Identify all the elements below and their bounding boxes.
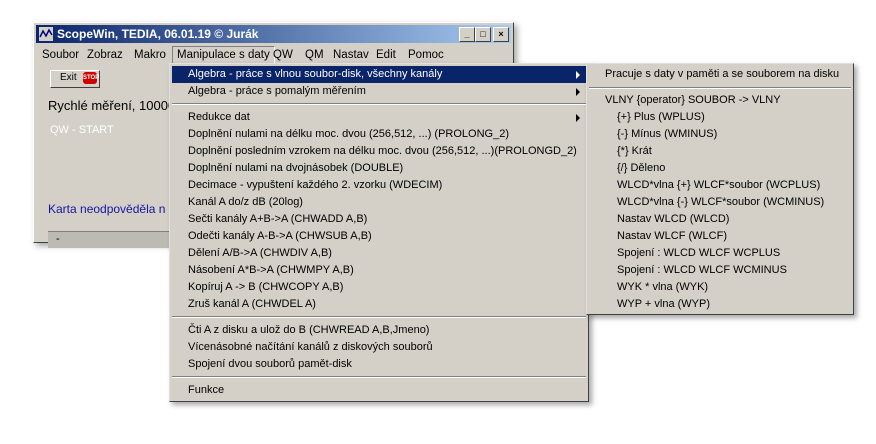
menu-item-label: Decimace - vypuštení každého 2. vzorku (…: [188, 179, 443, 191]
status-bar-text: -: [56, 233, 60, 245]
submenu-item-spojeni-wcplus[interactable]: Spojení : WLCD WLCF WCPLUS: [589, 245, 851, 262]
menu-item-label: Kopíruj A -> B (CHWCOPY A,B): [188, 281, 344, 293]
menu-item-label: Pracuje s daty v paměti a se souborem na…: [605, 68, 840, 80]
menu-bar: Soubor Zobraz Makro Manipulace s daty QW…: [36, 45, 511, 64]
menu-item-double[interactable]: Doplnění nulami na dvojnásobek (DOUBLE): [172, 160, 586, 177]
menu-item-label: WLCD*vlna {-} WLCF*soubor (WCMINUS): [617, 196, 825, 208]
menu-item-label: {/} Děleno: [617, 162, 666, 174]
menu-item-redukce-dat[interactable]: Redukce dat: [172, 109, 586, 126]
menu-item-multi-load[interactable]: Vícenásobné načítání kanálů z diskových …: [172, 339, 586, 356]
menu-item-chwmpy[interactable]: Násobení A*B->A (CHWMPY A,B): [172, 262, 586, 279]
menu-item-label: {-} Mínus (WMINUS): [617, 128, 718, 140]
qw-start-label: QW - START: [50, 124, 114, 136]
menu-item-label: Nastav WLCF (WLCF): [617, 230, 727, 242]
menu-item-label: {*} Krát: [617, 145, 652, 157]
submenu-arrow-icon: [576, 88, 580, 96]
submenu-item-wlcd[interactable]: Nastav WLCD (WLCD): [589, 211, 851, 228]
menu-item-label: Násobení A*B->A (CHWMPY A,B): [188, 264, 354, 276]
submenu-item-deleno[interactable]: {/} Děleno: [589, 160, 851, 177]
minimize-button[interactable]: _: [459, 27, 475, 42]
menu-nastav[interactable]: Nastav: [329, 47, 373, 63]
menu-item-label: Algebra - práce s pomalým měřením: [188, 85, 366, 97]
menu-item-label: Kanál A do/z dB (20log): [188, 196, 303, 208]
menu-item-label: Vícenásobné načítání kanálů z diskových …: [188, 341, 433, 353]
menu-makro[interactable]: Makro: [130, 47, 170, 63]
menu-item-label: WYK * vlna (WYK): [617, 281, 709, 293]
menu-item-prolong-2[interactable]: Doplnění nulami na délku moc. dvou (256,…: [172, 126, 586, 143]
menu-item-label: VLNY {operator} SOUBOR -> VLNY: [605, 94, 781, 106]
menu-item-prolongd-2[interactable]: Doplnění posledním vzrokem na délku moc.…: [172, 143, 586, 160]
app-icon[interactable]: [39, 27, 53, 41]
exit-button[interactable]: Exit STOP: [50, 70, 100, 88]
manipulace-dropdown: Algebra - práce s vlnou soubor-disk, vše…: [169, 63, 589, 402]
menu-item-label: Doplnění nulami na dvojnásobek (DOUBLE): [188, 162, 404, 174]
menu-item-label: WYP + vlna (WYP): [617, 298, 711, 310]
submenu-item-wcminus[interactable]: WLCD*vlna {-} WLCF*soubor (WCMINUS): [589, 194, 851, 211]
menu-separator: [589, 87, 851, 89]
measurement-label: Rychlé měření, 10000: [48, 98, 176, 113]
menu-item-label: Spojení : WLCD WLCF WCMINUS: [617, 264, 787, 276]
menu-separator: [172, 376, 586, 378]
menu-item-db[interactable]: Kanál A do/z dB (20log): [172, 194, 586, 211]
menu-soubor[interactable]: Soubor: [38, 47, 83, 63]
menu-item-label: Nastav WLCD (WLCD): [617, 213, 730, 225]
submenu-item-wyk[interactable]: WYK * vlna (WYK): [589, 279, 851, 296]
submenu-item-wlcf[interactable]: Nastav WLCF (WLCF): [589, 228, 851, 245]
window-title: ScopeWin, TEDIA, 06.01.19 © Jurák: [57, 27, 259, 41]
submenu-item-wyp[interactable]: WYP + vlna (WYP): [589, 296, 851, 313]
submenu-arrow-icon: [576, 71, 580, 79]
menu-item-chwread[interactable]: Čti A z disku a ulož do B (CHWREAD A,B,J…: [172, 322, 586, 339]
submenu-item-vlny-operator[interactable]: VLNY {operator} SOUBOR -> VLNY: [589, 92, 851, 109]
menu-item-wdecim[interactable]: Decimace - vypuštení každého 2. vzorku (…: [172, 177, 586, 194]
menu-item-label: Redukce dat: [188, 111, 250, 123]
status-message: Karta neodpověděla n: [48, 202, 166, 216]
menu-zobraz[interactable]: Zobraz: [83, 47, 127, 63]
menu-edit[interactable]: Edit: [372, 47, 400, 63]
menu-pomoc[interactable]: Pomoc: [404, 47, 448, 63]
menu-item-label: Doplnění posledním vzrokem na délku moc.…: [188, 145, 577, 157]
submenu-item-wcplus[interactable]: WLCD*vlna {+} WLCF*soubor (WCPLUS): [589, 177, 851, 194]
exit-label: Exit: [60, 72, 77, 83]
submenu-item-krat[interactable]: {*} Krát: [589, 143, 851, 160]
close-button[interactable]: ×: [493, 27, 509, 42]
menu-qw[interactable]: QW: [269, 47, 297, 63]
menu-item-label: Dělení A/B->A (CHWDIV A,B): [188, 247, 332, 259]
submenu-arrow-icon: [576, 114, 580, 122]
stop-icon: STOP: [83, 72, 99, 84]
menu-item-label: Čti A z disku a ulož do B (CHWREAD A,B,J…: [188, 324, 430, 336]
menu-item-label: Funkce: [188, 384, 225, 396]
menu-item-spojeni[interactable]: Spojení dvou souborů pamět-disk: [172, 356, 586, 373]
menu-item-label: WLCD*vlna {+} WLCF*soubor (WCPLUS): [617, 179, 821, 191]
menu-item-label: Algebra - práce s vlnou soubor-disk, vše…: [188, 68, 443, 80]
title-bar[interactable]: ScopeWin, TEDIA, 06.01.19 © Jurák _ □ ×: [36, 25, 511, 43]
menu-manipulace-s-daty[interactable]: Manipulace s daty: [172, 46, 275, 64]
menu-item-chwsub[interactable]: Odečti kanály A-B->A (CHWSUB A,B): [172, 228, 586, 245]
menu-item-label: Odečti kanály A-B->A (CHWSUB A,B): [188, 230, 372, 242]
menu-item-chwdiv[interactable]: Dělení A/B->A (CHWDIV A,B): [172, 245, 586, 262]
algebra-submenu: Pracuje s daty v paměti a se souborem na…: [586, 63, 854, 315]
menu-item-label: Doplnění nulami na délku moc. dvou (256,…: [188, 128, 509, 140]
menu-separator: [172, 103, 586, 105]
submenu-item-wplus[interactable]: {+} Plus (WPLUS): [589, 109, 851, 126]
menu-item-label: Sečti kanály A+B->A (CHWADD A,B): [188, 213, 368, 225]
menu-item-chwdel[interactable]: Zruš kanál A (CHWDEL A): [172, 296, 586, 313]
menu-item-label: Spojení : WLCD WLCF WCPLUS: [617, 247, 781, 259]
menu-qm[interactable]: QM: [301, 47, 328, 63]
submenu-item-info[interactable]: Pracuje s daty v paměti a se souborem na…: [589, 66, 851, 83]
menu-item-chwadd[interactable]: Sečti kanály A+B->A (CHWADD A,B): [172, 211, 586, 228]
menu-item-funkce[interactable]: Funkce: [172, 382, 586, 399]
maximize-button[interactable]: □: [475, 27, 491, 42]
menu-item-chwcopy[interactable]: Kopíruj A -> B (CHWCOPY A,B): [172, 279, 586, 296]
menu-item-algebra-pomale[interactable]: Algebra - práce s pomalým měřením: [172, 83, 586, 100]
menu-item-label: Spojení dvou souborů pamět-disk: [188, 358, 352, 370]
menu-item-algebra-soubor[interactable]: Algebra - práce s vlnou soubor-disk, vše…: [172, 66, 586, 83]
submenu-item-spojeni-wcminus[interactable]: Spojení : WLCD WLCF WCMINUS: [589, 262, 851, 279]
menu-item-label: Zruš kanál A (CHWDEL A): [188, 298, 316, 310]
menu-item-label: {+} Plus (WPLUS): [617, 111, 705, 123]
submenu-item-wminus[interactable]: {-} Mínus (WMINUS): [589, 126, 851, 143]
menu-separator: [172, 316, 586, 318]
